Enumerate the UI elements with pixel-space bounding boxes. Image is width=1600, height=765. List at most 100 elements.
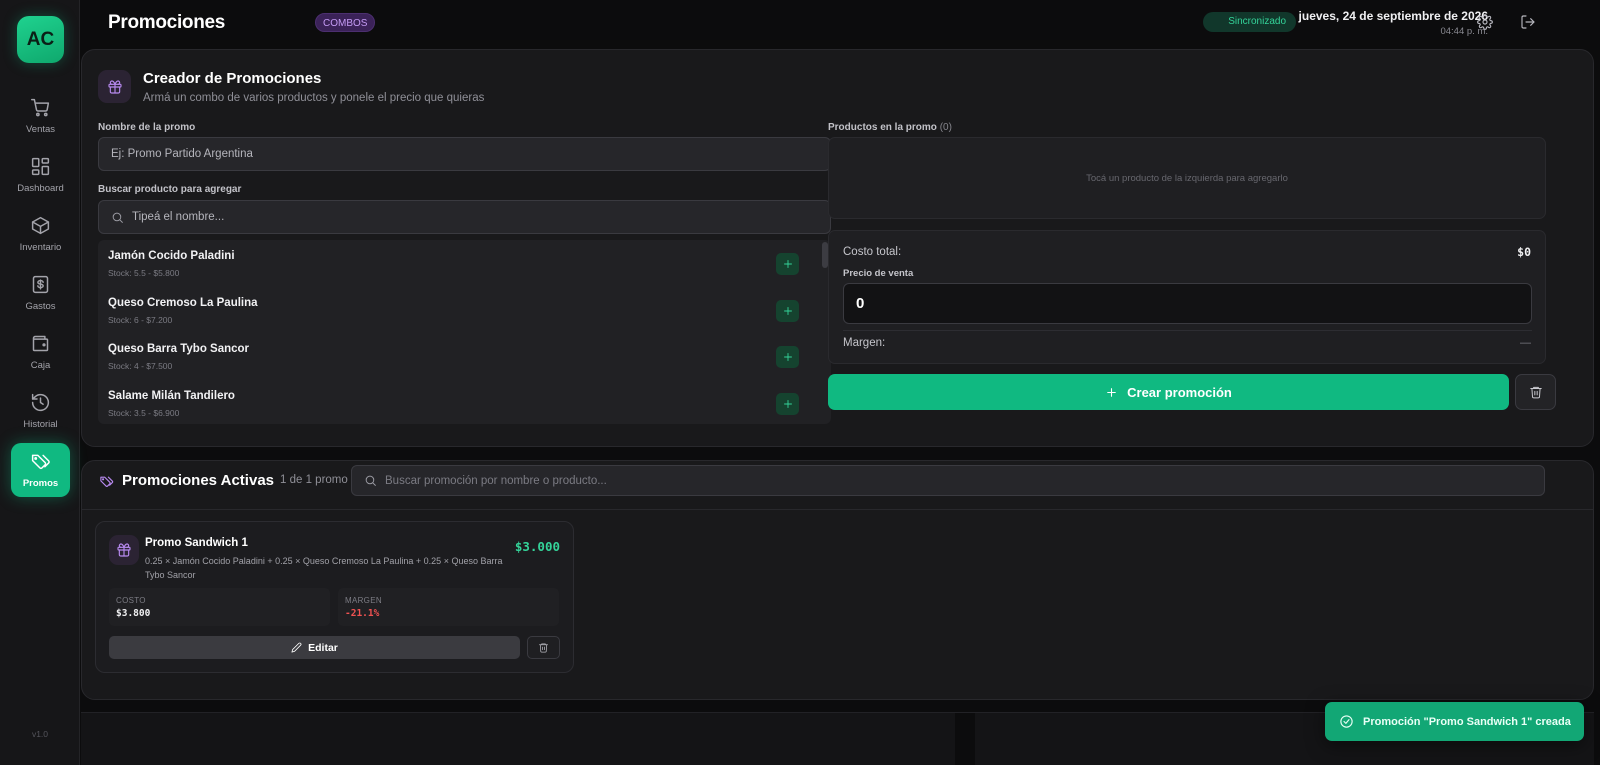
sidebar-item-label: Historial	[23, 419, 58, 430]
plus-icon	[783, 260, 792, 268]
promo-products-label: Productos en la promo (0)	[828, 122, 952, 133]
sidebar-item-label: Caja	[30, 360, 51, 371]
promotion-search-input[interactable]: Buscar promoción por nombre o producto..…	[351, 465, 1545, 496]
product-name: Queso Barra Tybo Sancor	[108, 343, 250, 355]
promo-name: Promo Sandwich 1	[145, 537, 248, 549]
sale-price-input[interactable]: 0	[843, 283, 1532, 324]
product-search-input[interactable]: Tipeá el nombre...	[98, 200, 831, 234]
plus-icon	[783, 400, 792, 408]
clear-promotion-button[interactable]	[1515, 374, 1556, 410]
cost-value: $3.800	[116, 608, 151, 619]
divider	[82, 509, 1593, 510]
dollar-icon	[32, 275, 49, 294]
product-stock: Stock: 6 - $7.200	[108, 315, 173, 325]
product-stock: Stock: 5.5 - $5.800	[108, 268, 180, 278]
product-list[interactable]: Jamón Cocido Paladini Stock: 5.5 - $5.80…	[98, 240, 831, 424]
sidebar-item-promos[interactable]: Promos	[11, 443, 70, 497]
sync-status-badge: Sincronizado	[1203, 12, 1296, 32]
promo-products-label-text: Productos en la promo	[828, 122, 937, 133]
margin-label: Margen:	[843, 337, 886, 349]
pencil-icon	[291, 642, 302, 653]
list-item[interactable]: Salame Milán Tandilero Stock: 3.5 - $6.9…	[98, 380, 808, 424]
delete-promo-button[interactable]	[527, 636, 560, 659]
promo-card: Promo Sandwich 1 0.25 × Jamón Cocido Pal…	[95, 521, 574, 673]
header: Promociones COMBOS Sincronizado jueves, …	[80, 0, 1600, 46]
box-icon	[31, 216, 50, 235]
list-item[interactable]: Queso Barra Tybo Sancor Stock: 4 - $7.50…	[98, 333, 808, 379]
margin-value: -21.1%	[345, 608, 380, 619]
sidebar-item-dashboard[interactable]: Dashboard	[11, 148, 70, 202]
sidebar-item-label: Promos	[22, 478, 59, 489]
promo-margin-stat: MARGEN -21.1%	[338, 588, 559, 626]
cart-icon	[31, 98, 50, 117]
product-search-placeholder: Tipeá el nombre...	[132, 211, 225, 223]
app-version: v1.0	[31, 729, 49, 739]
current-date: jueves, 24 de septiembre de 2026	[1298, 9, 1488, 23]
product-name: Salame Milán Tandilero	[108, 390, 235, 402]
logout-icon[interactable]	[1520, 14, 1536, 30]
panel-gap	[955, 713, 975, 765]
trash-icon	[538, 643, 549, 653]
promo-cost-stat: COSTO $3.800	[109, 588, 330, 626]
check-circle-icon	[1340, 715, 1353, 728]
gift-icon	[109, 535, 139, 565]
plus-icon	[783, 353, 792, 361]
sidebar-item-inventario[interactable]: Inventario	[11, 207, 70, 261]
add-product-button[interactable]	[776, 253, 799, 275]
sidebar-item-ventas[interactable]: Ventas	[11, 89, 70, 143]
history-icon	[31, 393, 50, 412]
margin-label: MARGEN	[345, 596, 382, 605]
dashboard-icon	[31, 157, 50, 176]
pricing-panel: Costo total: $0 Precio de venta 0 Margen…	[828, 230, 1546, 364]
sidebar-item-label: Dashboard	[17, 183, 64, 194]
product-name: Queso Cremoso La Paulina	[108, 297, 258, 309]
combos-badge: COMBOS	[315, 13, 376, 32]
trash-icon	[1529, 386, 1542, 399]
add-product-button[interactable]	[776, 300, 799, 322]
search-icon	[365, 475, 376, 486]
creator-title: Creador de Promociones	[143, 70, 322, 87]
sidebar: AC Ventas Dashboard Inventario Gastos Ca…	[0, 0, 80, 765]
creator-subtitle: Armá un combo de varios productos y pone…	[143, 92, 485, 104]
sidebar-item-historial[interactable]: Historial	[11, 384, 70, 438]
edit-label: Editar	[308, 641, 338, 654]
wallet-icon	[32, 335, 49, 352]
plus-icon	[783, 307, 792, 315]
active-promotions-card: Promociones Activas 1 de 1 promo Buscar …	[81, 460, 1594, 700]
list-item[interactable]: Queso Cremoso La Paulina Stock: 6 - $7.2…	[98, 287, 808, 333]
success-toast[interactable]: Promoción "Promo Sandwich 1" creada	[1325, 702, 1584, 741]
list-item[interactable]: Jamón Cocido Paladini Stock: 5.5 - $5.80…	[98, 240, 808, 286]
promo-price: $3.000	[514, 539, 560, 554]
toast-message: Promoción "Promo Sandwich 1" creada	[1363, 715, 1571, 728]
promo-products-count: (0)	[939, 122, 952, 133]
product-name: Jamón Cocido Paladini	[108, 250, 235, 262]
plus-icon	[1107, 387, 1116, 397]
search-icon	[112, 212, 123, 223]
page-title: Promociones	[108, 12, 226, 33]
promotion-search-placeholder: Buscar promoción por nombre o producto..…	[385, 474, 607, 487]
sidebar-item-caja[interactable]: Caja	[11, 325, 70, 379]
cost-label: COSTO	[116, 596, 146, 605]
create-promotion-button[interactable]: Crear promoción	[828, 374, 1509, 410]
divider	[843, 330, 1532, 331]
sidebar-item-gastos[interactable]: Gastos	[11, 266, 70, 320]
add-product-button[interactable]	[776, 346, 799, 368]
edit-promo-button[interactable]: Editar	[109, 636, 520, 659]
add-product-button[interactable]	[776, 393, 799, 415]
promo-products-area: Tocá un producto de la izquierda para ag…	[828, 137, 1546, 219]
tags-icon	[31, 454, 50, 470]
promo-name-input[interactable]: Ej: Promo Partido Argentina	[98, 137, 831, 171]
app-logo[interactable]: AC	[17, 16, 64, 63]
product-stock: Stock: 3.5 - $6.900	[108, 408, 180, 418]
settings-gear-icon[interactable]	[1477, 14, 1493, 30]
create-promotion-label: Crear promoción	[1127, 384, 1232, 400]
active-promotions-count: 1 de 1 promo	[280, 474, 348, 486]
promo-description: 0.25 × Jamón Cocido Paladini + 0.25 × Qu…	[145, 556, 503, 580]
product-stock: Stock: 4 - $7.500	[108, 361, 173, 371]
sidebar-item-label: Gastos	[25, 301, 56, 312]
active-promotions-title: Promociones Activas	[122, 472, 274, 489]
sidebar-item-label: Inventario	[19, 242, 62, 253]
tags-icon	[99, 474, 114, 489]
gift-icon	[98, 70, 131, 103]
promo-name-label: Nombre de la promo	[98, 122, 196, 133]
